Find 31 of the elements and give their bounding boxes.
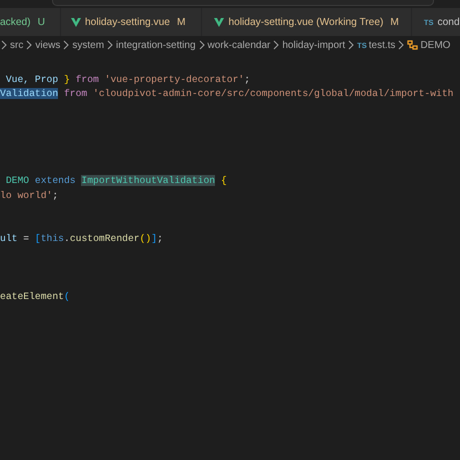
highlighted-code-text: ImportWithoutValidation <box>81 175 216 186</box>
chevron-icon <box>106 40 114 50</box>
breadcrumb-item[interactable]: system <box>72 40 104 50</box>
breadcrumb-item[interactable]: work-calendar <box>208 40 270 50</box>
class-symbol-icon <box>407 40 418 50</box>
vue-file-icon <box>71 17 81 27</box>
breadcrumb-item[interactable]: integration-setting <box>116 40 196 50</box>
chevron-icon <box>198 40 206 50</box>
breadcrumb-item[interactable]: test.ts <box>368 40 396 50</box>
chevron-icon <box>62 40 70 50</box>
editor-tab[interactable]: holiday-setting.vue (Working Tree) M <box>202 8 412 36</box>
code-text: DEMO extends <box>4 175 77 186</box>
breadcrumb-item[interactable]: DEMO <box>420 40 450 50</box>
selected-code-text: Validation <box>0 88 58 99</box>
code-line: ult = [this.customRender()]; <box>0 233 163 244</box>
code-line: Vue, Prop } from 'vue-property-decorator'; <box>4 74 250 84</box>
chevron-icon <box>25 40 34 50</box>
chevron-icon <box>397 40 406 50</box>
breadcrumb-item[interactable]: src <box>10 40 24 50</box>
chevron-icon <box>272 40 280 50</box>
code-text: { <box>220 175 227 186</box>
code-text: from 'cloudpivot-admin-core/src/components/global/modal/import-with <box>62 88 454 99</box>
code-line: lo world'; <box>0 190 58 200</box>
breadcrumb-item[interactable]: views <box>35 40 60 50</box>
vue-file-icon <box>214 17 224 27</box>
code-line: eateElement( <box>0 291 70 302</box>
editor-tab[interactable]: holiday-setting.vue M <box>61 8 202 36</box>
chevron-icon <box>0 40 8 50</box>
chevron-icon <box>347 40 356 50</box>
editor-tab[interactable]: acked) U <box>0 8 61 36</box>
breadcrumb-item[interactable]: holiday-import <box>282 40 346 50</box>
